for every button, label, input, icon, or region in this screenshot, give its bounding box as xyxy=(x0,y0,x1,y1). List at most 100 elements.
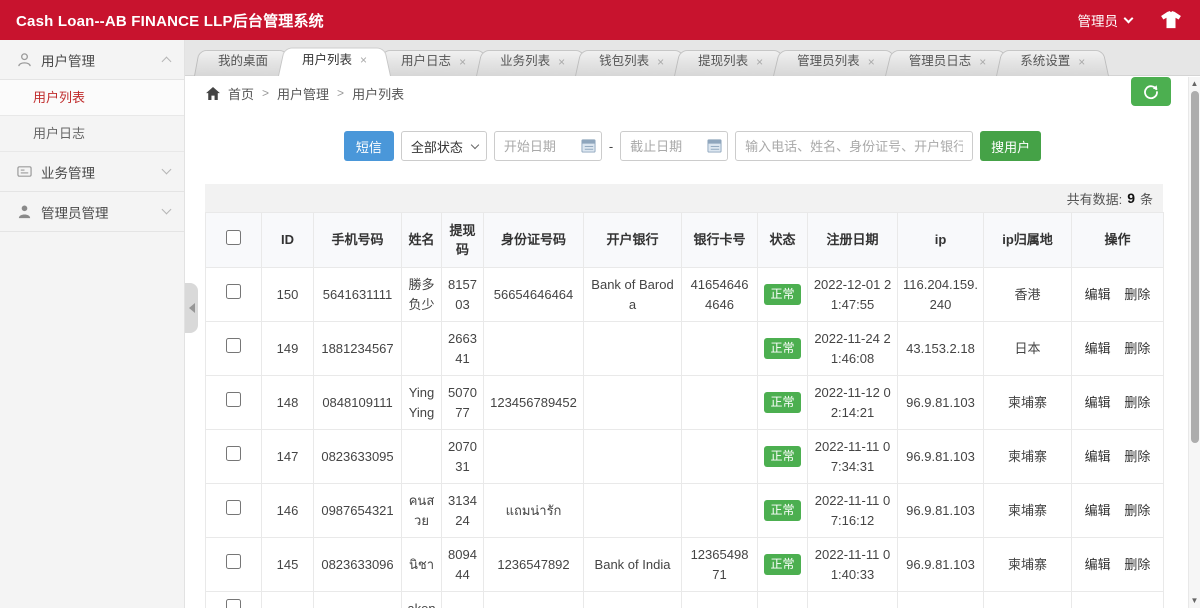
edit-link[interactable]: 编辑 xyxy=(1085,503,1111,518)
delete-link[interactable]: 删除 xyxy=(1124,287,1150,302)
edit-link[interactable]: 编辑 xyxy=(1085,449,1111,464)
tab[interactable]: 提现列表 × xyxy=(674,47,787,76)
row-checkbox[interactable] xyxy=(226,392,241,407)
scroll-up-icon[interactable]: ▲ xyxy=(1189,78,1200,90)
sidebar-subitem-label: 用户列表 xyxy=(33,90,85,105)
delete-link[interactable]: 删除 xyxy=(1124,503,1150,518)
cell-id: 145 xyxy=(262,538,314,592)
column-header: ID xyxy=(262,213,314,268)
delete-link[interactable]: 删除 xyxy=(1124,341,1150,356)
row-checkbox[interactable] xyxy=(226,284,241,299)
cell-id: 148 xyxy=(262,376,314,430)
calendar-icon[interactable] xyxy=(581,138,596,153)
tab-close-icon[interactable]: × xyxy=(979,56,986,68)
edit-link[interactable]: 编辑 xyxy=(1085,557,1111,572)
sidebar-item-admin-management[interactable]: 管理员管理 xyxy=(0,192,184,232)
search-input[interactable] xyxy=(735,131,973,161)
search-button[interactable]: 搜用户 xyxy=(980,131,1041,161)
sidebar-item-user-management[interactable]: 用户管理 xyxy=(0,40,184,80)
delete-link[interactable]: 删除 xyxy=(1124,449,1150,464)
column-header: ip xyxy=(898,213,984,268)
row-checkbox[interactable] xyxy=(226,554,241,569)
main-panel: 我的桌面 用户列表 × 用户日志 × 业务列表 × 钱包列表 × 提现列表 × … xyxy=(185,40,1200,608)
cell-register-date: 2022-11-11 07:34:31 xyxy=(808,430,898,484)
tab[interactable]: 管理员日志 × xyxy=(885,47,1011,76)
cell-name: akeno xyxy=(402,592,442,608)
tab-label: 我的桌面 xyxy=(218,47,268,76)
cell-id: 149 xyxy=(262,322,314,376)
breadcrumb-page[interactable]: 用户列表 xyxy=(352,84,404,103)
scroll-down-icon[interactable]: ▼ xyxy=(1189,595,1200,607)
select-all-checkbox[interactable] xyxy=(226,230,241,245)
tab-label: 管理员日志 xyxy=(909,47,972,76)
tab-close-icon[interactable]: × xyxy=(756,56,763,68)
cell-ip: 96.9.81.103 xyxy=(898,538,984,592)
breadcrumb-home[interactable]: 首页 xyxy=(228,84,254,103)
tab-close-icon[interactable]: × xyxy=(868,56,875,68)
column-header: 状态 xyxy=(758,213,808,268)
cell-bank xyxy=(584,322,682,376)
tab-close-icon[interactable]: × xyxy=(558,56,565,68)
tab[interactable]: 用户列表 × xyxy=(278,44,391,76)
cell-id-number xyxy=(484,322,584,376)
sms-button[interactable]: 短信 xyxy=(344,131,394,161)
cell-register-date: 2022-12-01 21:47:55 xyxy=(808,268,898,322)
admin-dropdown[interactable]: 管理员 xyxy=(1078,10,1133,30)
sidebar-subitem-label: 用户日志 xyxy=(33,126,85,141)
admin-user-icon xyxy=(17,204,32,219)
tab[interactable]: 用户日志 × xyxy=(377,47,490,76)
cell-phone xyxy=(314,592,402,608)
cell-withdraw-code: 266341 xyxy=(442,322,484,376)
sidebar-item-user-list[interactable]: 用户列表 xyxy=(0,80,184,116)
tab-close-icon[interactable]: × xyxy=(459,56,466,68)
tab[interactable]: 管理员列表 × xyxy=(773,47,899,76)
sidebar-item-business-management[interactable]: 业务管理 xyxy=(0,152,184,192)
cell-withdraw-code: 809444 xyxy=(442,538,484,592)
breadcrumb-section[interactable]: 用户管理 xyxy=(277,84,329,103)
row-checkbox[interactable] xyxy=(226,446,241,461)
cell-ip: 43.153.2.18 xyxy=(898,322,984,376)
cell-ip xyxy=(898,592,984,608)
cell-register-date: 2022-11-12 02:14:21 xyxy=(808,376,898,430)
id-card-icon xyxy=(17,164,32,179)
cell-bank-card: 1236549871 xyxy=(682,538,758,592)
cell-id: 147 xyxy=(262,430,314,484)
status-badge: 正常 xyxy=(764,554,800,574)
chevron-down-icon xyxy=(1124,14,1134,24)
tab-label: 提现列表 xyxy=(698,47,748,76)
cell-bank-card: 416546464646 xyxy=(682,268,758,322)
sidebar-collapse-handle[interactable] xyxy=(185,283,198,333)
theme-shirt-icon[interactable] xyxy=(1160,11,1182,29)
tab-close-icon[interactable]: × xyxy=(360,54,367,66)
sidebar-item-user-log[interactable]: 用户日志 xyxy=(0,116,184,152)
cell-actions: 编辑 删除 xyxy=(1072,484,1164,538)
column-header: 身份证号码 xyxy=(484,213,584,268)
tab[interactable]: 业务列表 × xyxy=(476,47,589,76)
status-select[interactable]: 全部状态 xyxy=(401,131,487,161)
status-badge: 正常 xyxy=(764,284,800,304)
record-count-value: 9 xyxy=(1127,190,1135,206)
tab-close-icon[interactable]: × xyxy=(1078,56,1085,68)
calendar-icon[interactable] xyxy=(707,138,722,153)
table-row: 148 0848109111 Ying Ying 507077 12345678… xyxy=(206,376,1164,430)
delete-link[interactable]: 删除 xyxy=(1124,395,1150,410)
scrollbar-thumb[interactable] xyxy=(1191,91,1199,443)
cell-bank-card xyxy=(682,322,758,376)
cell-name: นิชา xyxy=(402,538,442,592)
edit-link[interactable]: 编辑 xyxy=(1085,287,1111,302)
row-checkbox[interactable] xyxy=(226,500,241,515)
vertical-scrollbar[interactable]: ▲ ▼ xyxy=(1188,77,1200,608)
column-header: 注册日期 xyxy=(808,213,898,268)
tab-close-icon[interactable]: × xyxy=(657,56,664,68)
refresh-button[interactable] xyxy=(1131,77,1171,106)
cell-ip-location: 柬埔寨 xyxy=(984,376,1072,430)
tab[interactable]: 钱包列表 × xyxy=(575,47,688,76)
edit-link[interactable]: 编辑 xyxy=(1085,395,1111,410)
edit-link[interactable]: 编辑 xyxy=(1085,341,1111,356)
tab[interactable]: 系统设置 × xyxy=(996,47,1109,76)
row-checkbox[interactable] xyxy=(226,338,241,353)
cell-ip: 96.9.81.103 xyxy=(898,376,984,430)
delete-link[interactable]: 删除 xyxy=(1124,557,1150,572)
row-checkbox[interactable] xyxy=(226,599,241,608)
table-row: 145 0823633096 นิชา 809444 1236547892 Ba… xyxy=(206,538,1164,592)
